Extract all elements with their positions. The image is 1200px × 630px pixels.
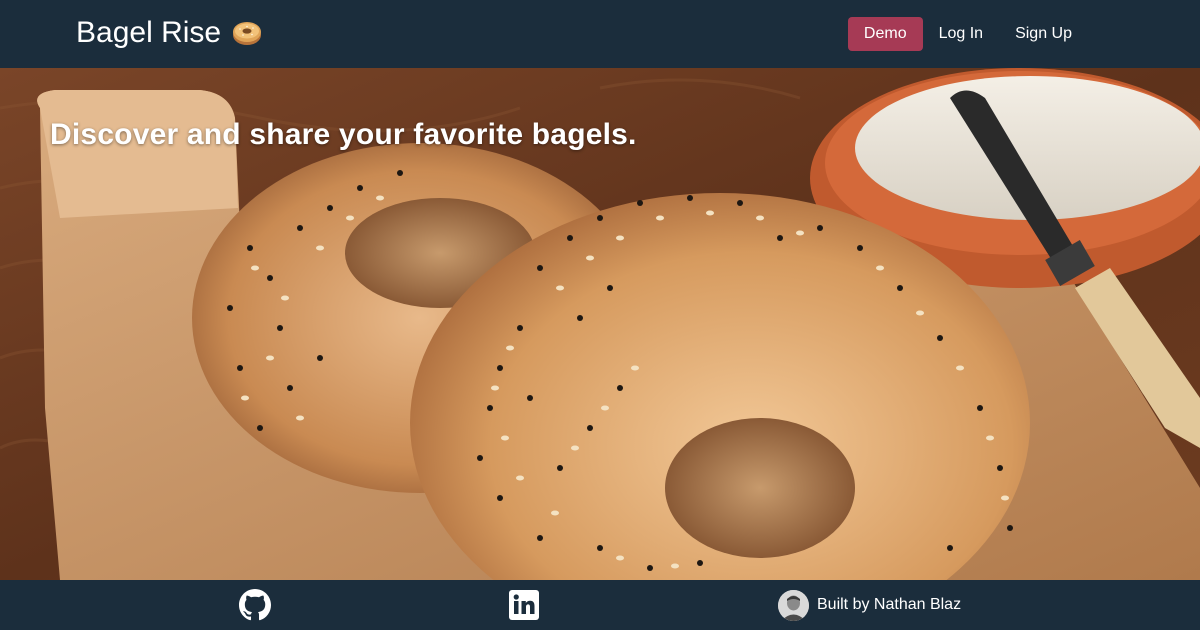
avatar	[778, 589, 809, 621]
bagel-icon	[231, 17, 263, 49]
login-link[interactable]: Log In	[939, 17, 983, 51]
linkedin-icon	[509, 590, 539, 620]
author-link[interactable]: Built by Nathan Blaz	[778, 589, 961, 621]
github-icon	[239, 589, 271, 621]
navbar: Bagel Rise Demo Log In Sign Up	[0, 0, 1200, 68]
nav-links: Demo Log In Sign Up	[847, 17, 1072, 51]
brand-title: Bagel Rise	[76, 16, 222, 49]
brand-link[interactable]: Bagel Rise	[76, 14, 263, 52]
hero-tagline: Discover and share your favorite bagels.	[50, 118, 637, 151]
hero-banner: Discover and share your favorite bagels.	[0, 68, 1200, 580]
demo-button[interactable]: Demo	[847, 17, 923, 51]
author-text: Built by Nathan Blaz	[817, 596, 962, 613]
linkedin-link[interactable]	[509, 590, 539, 620]
footer: Built by Nathan Blaz	[0, 580, 1200, 630]
github-link[interactable]	[239, 589, 271, 621]
signup-link[interactable]: Sign Up	[1015, 17, 1072, 51]
